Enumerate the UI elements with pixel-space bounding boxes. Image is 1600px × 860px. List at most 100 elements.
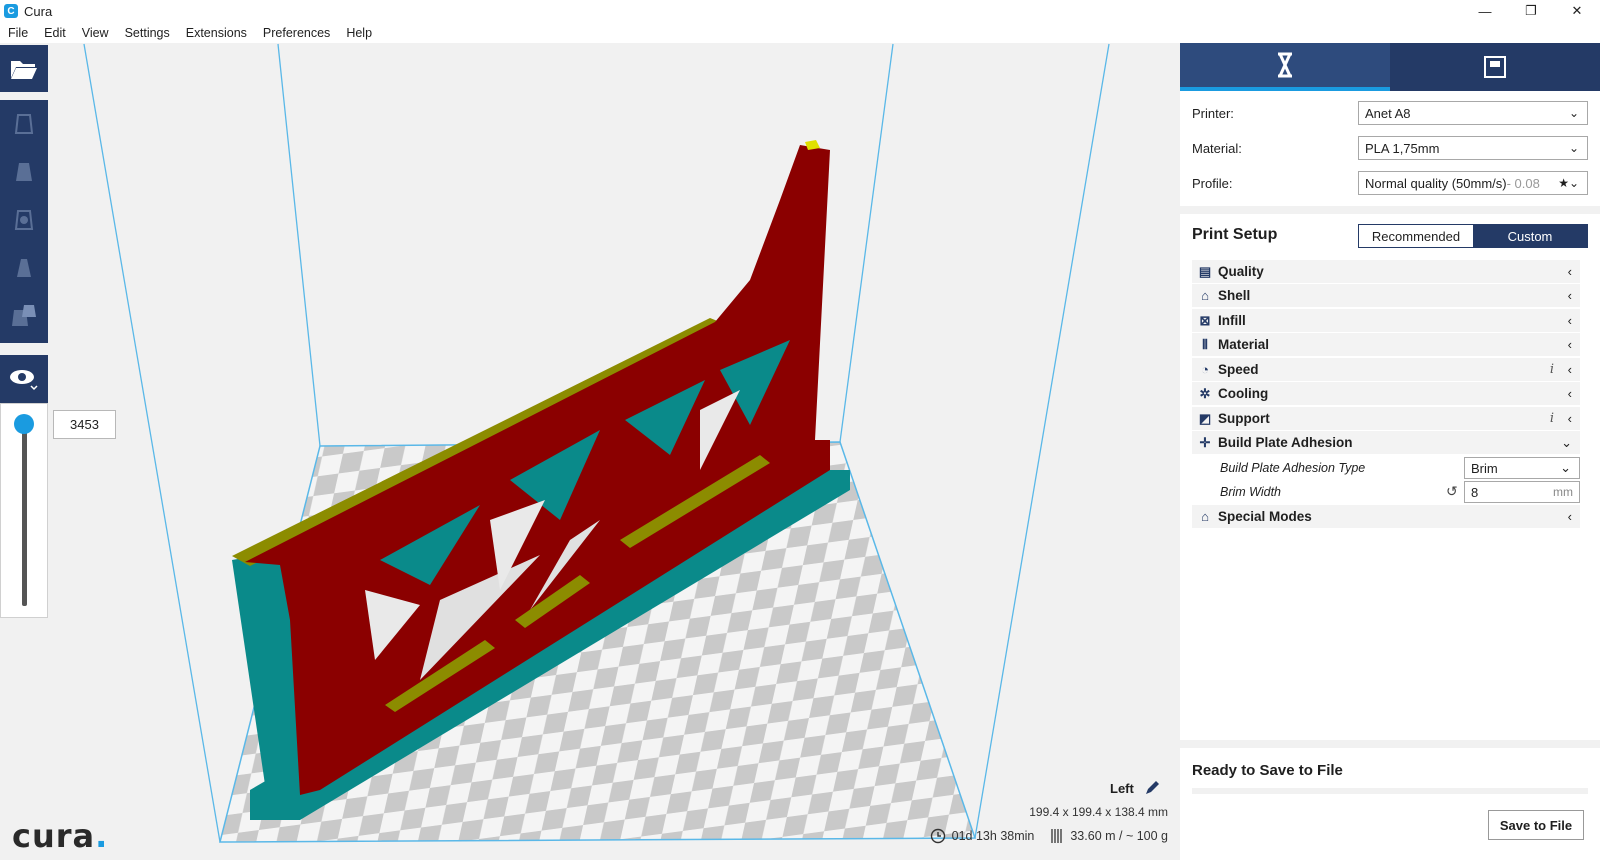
- transform-tools: [0, 100, 48, 343]
- setup-mode-toggle: Recommended Custom: [1358, 224, 1588, 248]
- profile-select[interactable]: Normal quality (50mm/s) - 0.08 ★⌄: [1358, 171, 1588, 195]
- category-infill[interactable]: ⊠ Infill ‹: [1192, 309, 1580, 332]
- category-material[interactable]: ⦀ Material ‹: [1192, 333, 1580, 356]
- chevron-left-icon: ‹: [1567, 509, 1572, 524]
- category-quality[interactable]: ▤ Quality ‹: [1192, 260, 1580, 283]
- category-support[interactable]: ◩ Support i ‹: [1192, 407, 1580, 430]
- star-chevron-icon: ★⌄: [1558, 176, 1579, 190]
- title-bar: C Cura — ❐ ✕: [0, 0, 1600, 22]
- build-volume-scene: [83, 43, 1110, 843]
- print-setup-title: Print Setup: [1192, 226, 1278, 243]
- chevron-left-icon: ‹: [1567, 386, 1572, 401]
- layer-slider[interactable]: [0, 403, 48, 618]
- restore-button[interactable]: ❐: [1508, 0, 1554, 22]
- info-icon: i: [1549, 411, 1554, 426]
- chevron-left-icon: ‹: [1567, 362, 1572, 377]
- view-mode-button[interactable]: [0, 355, 48, 403]
- infill-icon: ⊠: [1199, 312, 1211, 328]
- material-select[interactable]: PLA 1,75mm ⌄: [1358, 136, 1588, 160]
- reset-icon[interactable]: ↺: [1446, 483, 1458, 500]
- model-dimensions: 199.4 x 199.4 x 138.4 mm: [1029, 805, 1168, 819]
- adhesion-icon: ✛: [1199, 434, 1211, 450]
- rotate-tool-button[interactable]: [0, 196, 48, 244]
- build-volume-edge: [839, 43, 894, 443]
- scale-tool-button[interactable]: [0, 148, 48, 196]
- menu-edit[interactable]: Edit: [36, 22, 74, 43]
- camera-view-label: Left: [1110, 780, 1160, 796]
- category-shell[interactable]: ⌂ Shell ‹: [1192, 284, 1580, 307]
- chevron-down-icon: ⌄: [1560, 460, 1571, 475]
- scale-icon: [16, 163, 32, 181]
- window-title: Cura: [24, 3, 53, 19]
- per-model-settings-button[interactable]: [0, 292, 48, 340]
- material-usage: 33.60 m / ~ 100 g: [1050, 828, 1168, 844]
- printer-select[interactable]: Anet A8 ⌄: [1358, 101, 1588, 125]
- menu-extensions[interactable]: Extensions: [178, 22, 255, 43]
- pencil-icon[interactable]: [1144, 780, 1160, 796]
- settings-sidebar: Printer: Anet A8 ⌄ Material: PLA 1,75mm ⌄ …: [1180, 43, 1600, 860]
- menu-settings[interactable]: Settings: [117, 22, 178, 43]
- adhesion-type-select[interactable]: Brim ⌄: [1464, 457, 1580, 479]
- category-special-modes[interactable]: ⌂ Special Modes ‹: [1192, 505, 1580, 528]
- custom-mode-button[interactable]: Custom: [1473, 225, 1587, 247]
- cura-app-icon: C: [4, 4, 18, 18]
- output-panel: Ready to Save to File Save to File: [1180, 740, 1600, 860]
- folder-open-icon: [11, 60, 37, 79]
- print-time: 01d 13h 38min: [930, 828, 1034, 844]
- per-model-settings-icon: [12, 305, 36, 326]
- setting-adhesion-type: Build Plate Adhesion Type Brim ⌄: [1220, 456, 1580, 480]
- chevron-left-icon: ‹: [1567, 313, 1572, 328]
- profile-row: Profile: Normal quality (50mm/s) - 0.08 ★…: [1192, 171, 1588, 195]
- filament-icon: [1051, 829, 1063, 843]
- chevron-left-icon: ‹: [1567, 411, 1572, 426]
- shell-icon: ⌂: [1201, 288, 1209, 303]
- build-volume-edge: [277, 43, 321, 447]
- menu-file[interactable]: File: [0, 22, 36, 43]
- move-tool-button[interactable]: [0, 100, 48, 148]
- open-file-button[interactable]: [0, 45, 48, 92]
- recommended-mode-button[interactable]: Recommended: [1359, 225, 1473, 247]
- monitor-icon: [1484, 56, 1506, 78]
- save-to-file-button[interactable]: Save to File: [1488, 810, 1584, 840]
- tab-monitor[interactable]: [1390, 43, 1600, 91]
- tab-prepare[interactable]: [1180, 43, 1390, 91]
- category-build-plate-adhesion[interactable]: ✛ Build Plate Adhesion ⌄: [1192, 431, 1580, 454]
- material-row: Material: PLA 1,75mm ⌄: [1192, 136, 1588, 160]
- quality-icon: ▤: [1198, 263, 1212, 279]
- minimize-button[interactable]: —: [1462, 0, 1508, 22]
- brim-width-input[interactable]: 8 mm: [1464, 481, 1580, 503]
- menu-bar: File Edit View Settings Extensions Prefe…: [0, 22, 1600, 43]
- chevron-left-icon: ‹: [1567, 288, 1572, 303]
- menu-view[interactable]: View: [74, 22, 117, 43]
- layer-number-input[interactable]: 3453: [53, 410, 116, 439]
- chevron-down-icon: ⌄: [1568, 106, 1579, 120]
- section-divider: [1180, 206, 1600, 214]
- chevron-left-icon: ‹: [1567, 337, 1572, 352]
- close-button[interactable]: ✕: [1554, 0, 1600, 22]
- mirror-tool-button[interactable]: [0, 244, 48, 292]
- mirror-icon: [17, 259, 31, 277]
- layer-slider-handle[interactable]: [14, 414, 34, 434]
- chevron-down-icon: [30, 385, 38, 391]
- category-speed[interactable]: ◔ Speed i ‹: [1192, 358, 1580, 381]
- 3d-viewport[interactable]: [0, 43, 1180, 860]
- window-controls: — ❐ ✕: [1462, 0, 1600, 22]
- menu-preferences[interactable]: Preferences: [255, 22, 338, 43]
- sidebar-header: [1180, 43, 1600, 91]
- chevron-down-icon: ⌄: [1568, 141, 1579, 155]
- setting-brim-width: Brim Width ↺ 8 mm: [1220, 480, 1580, 504]
- output-status: Ready to Save to File: [1192, 762, 1343, 779]
- cura-logo: cura.: [12, 817, 109, 855]
- speed-icon: ◔: [1201, 362, 1209, 377]
- slicing-progress-bar: [1192, 788, 1588, 794]
- clock-icon: [930, 828, 945, 844]
- layer-slider-track[interactable]: [22, 416, 27, 606]
- build-volume-edge: [974, 43, 1110, 839]
- cooling-icon: ✲: [1199, 385, 1211, 401]
- category-cooling[interactable]: ✲ Cooling ‹: [1192, 382, 1580, 405]
- rotate-icon: [14, 210, 34, 230]
- eye-icon: [10, 370, 38, 391]
- support-icon: ◩: [1198, 410, 1212, 426]
- menu-help[interactable]: Help: [338, 22, 380, 43]
- build-volume-edge: [83, 43, 221, 843]
